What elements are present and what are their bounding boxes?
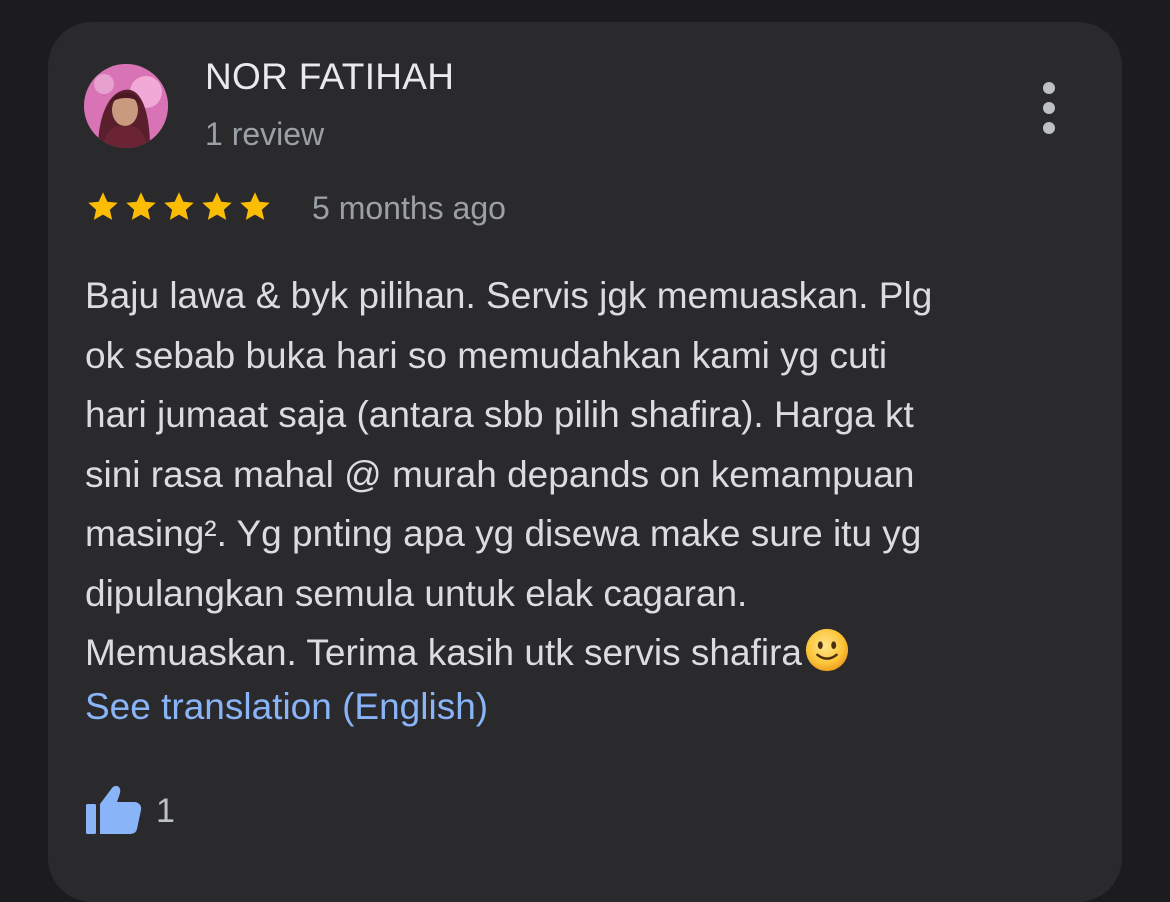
more-vertical-icon-dot	[1043, 122, 1055, 134]
review-text-line: dipulangkan semula untuk elak cagaran.	[85, 572, 748, 614]
star-icon	[88, 192, 118, 220]
more-vertical-icon-dot	[1043, 102, 1055, 114]
review-text-line: sini rasa mahal @ murah depands on kemam…	[85, 453, 915, 495]
review-text-line: Baju lawa & byk pilihan. Servis jgk memu…	[85, 275, 933, 316]
review-time: 5 months ago	[312, 190, 506, 226]
review-text-line: hari jumaat saja (antara sbb pilih shafi…	[85, 394, 914, 435]
reviewer-avatar[interactable]	[84, 64, 168, 148]
star-icon	[164, 192, 194, 220]
review-text-last-line: Memuaskan. Terima kasih utk servis shafi…	[85, 623, 1075, 683]
star-icon	[202, 192, 232, 220]
review-text: Baju lawa & byk pilihan. Servis jgk memu…	[85, 266, 1075, 683]
reviewer-review-count: 1 review	[205, 116, 325, 152]
avatar-photo	[84, 64, 168, 148]
see-translation-link[interactable]: See translation (English)	[85, 686, 488, 728]
more-options-button[interactable]	[1030, 74, 1070, 134]
review-text-line: Memuaskan. Terima kasih utk servis shafi…	[85, 632, 802, 673]
thumbs-up-icon	[86, 785, 142, 834]
like-button[interactable]	[84, 782, 144, 838]
review-text-line: ok sebab buka hari so memudahkan kami yg…	[85, 334, 888, 376]
slightly-smiling-face-icon	[805, 628, 849, 672]
star-icon	[240, 192, 270, 220]
star-icon	[126, 192, 156, 220]
like-count: 1	[156, 792, 175, 830]
review-card: NOR FATIHAH 1 review 5 months ago Baju l…	[48, 22, 1122, 902]
more-vertical-icon	[1043, 82, 1055, 94]
reviewer-name[interactable]: NOR FATIHAH	[205, 56, 454, 98]
review-text-line: masing². Yg pnting apa yg disewa make su…	[85, 513, 922, 554]
star-rating	[85, 189, 273, 229]
